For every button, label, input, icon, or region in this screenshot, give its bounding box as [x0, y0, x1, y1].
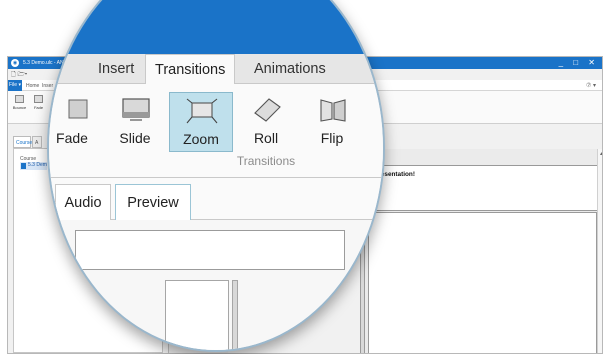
lens-panel — [165, 280, 229, 350]
fade-icon — [68, 99, 88, 119]
window-controls[interactable]: _ □ ✕ — [559, 58, 599, 67]
course-tree-item[interactable]: 5.3 Dem — [20, 162, 47, 170]
zoom-label: Zoom — [183, 131, 219, 147]
fade-button-small[interactable]: Fade — [30, 95, 47, 119]
quick-access-toolbar[interactable]: 🗋 🗁▾ — [11, 70, 27, 79]
slide-preview[interactable]: .3 Presentation! — [360, 165, 601, 211]
bounce-label: Bounce — [12, 105, 27, 110]
media-subtabs: Audio Preview — [49, 178, 383, 220]
roll-label: Roll — [253, 130, 279, 146]
tab-transitions[interactable]: Transitions — [145, 54, 235, 85]
app-logo-icon: ◉ — [11, 59, 19, 67]
tab-animations[interactable]: Animations — [254, 54, 326, 85]
tab-secondary[interactable]: A — [32, 136, 42, 148]
tab-audio[interactable]: Audio — [55, 184, 111, 220]
slide-icon — [122, 98, 150, 121]
fade-icon — [34, 95, 43, 103]
magnifier-lens: Insert Transitions Animations Fade Slide… — [47, 0, 385, 352]
course-item-label: 5.3 Dem — [28, 162, 47, 168]
ribbon-tab-row: Insert Transitions Animations — [49, 54, 383, 85]
transitions-ribbon: Fade Slide Zoom Roll Flip Transitions — [49, 84, 383, 178]
bounce-button[interactable]: Bounce — [11, 95, 28, 119]
zoom-button[interactable]: Zoom — [169, 92, 233, 152]
tab-course[interactable]: Course — [13, 136, 32, 148]
lens-splitter[interactable] — [232, 280, 238, 350]
slide-label: Slide — [119, 130, 151, 146]
lens-content-area — [49, 220, 383, 350]
help-icon[interactable]: ⑦ ▾ — [586, 82, 596, 89]
file-menu-button[interactable]: File ▾ — [8, 80, 22, 91]
bounce-icon — [15, 95, 24, 103]
flip-button[interactable]: Flip — [301, 92, 363, 152]
flip-icon — [320, 99, 346, 122]
flip-label: Flip — [320, 130, 344, 146]
slide-button[interactable]: Slide — [104, 92, 166, 152]
roll-icon — [254, 98, 281, 122]
tab-preview[interactable]: Preview — [115, 184, 191, 220]
tab-insert[interactable]: Insert — [98, 54, 134, 85]
content-textbox[interactable] — [75, 230, 345, 270]
zoom-icon — [186, 98, 218, 124]
stage-panel — [368, 212, 597, 353]
lens-title-bar — [49, 0, 383, 54]
document-icon — [21, 163, 26, 169]
roll-button[interactable]: Roll — [235, 92, 297, 152]
fade-button[interactable]: Fade — [49, 92, 103, 152]
scroll-up-icon[interactable]: ▲ — [599, 151, 602, 157]
fade-label-small: Fade — [33, 105, 44, 110]
tab-home[interactable]: Home — [26, 83, 39, 89]
fade-label: Fade — [56, 130, 88, 146]
vertical-scrollbar[interactable]: ▲ — [597, 149, 602, 353]
ribbon-group-label: Transitions — [236, 154, 296, 168]
